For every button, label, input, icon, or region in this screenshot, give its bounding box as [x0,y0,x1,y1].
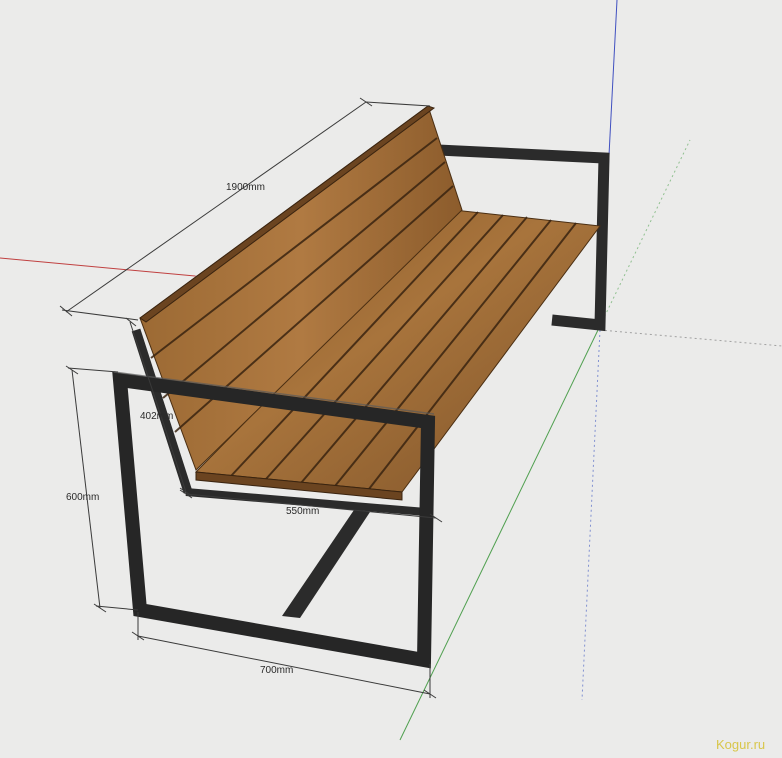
width-dimension-label: 700mm [260,665,293,676]
watermark: Kogur.ru [716,737,765,752]
bench-drawing: 1900mm 402mm 600mm 550mm 700mm Kogur.ru [0,0,782,758]
back-height-dimension-label: 402mm [140,411,173,422]
seat-depth-dimension-label: 550mm [286,506,319,517]
height-dimension-label: 600mm [66,492,99,503]
length-dimension-label: 1900mm [226,182,265,193]
